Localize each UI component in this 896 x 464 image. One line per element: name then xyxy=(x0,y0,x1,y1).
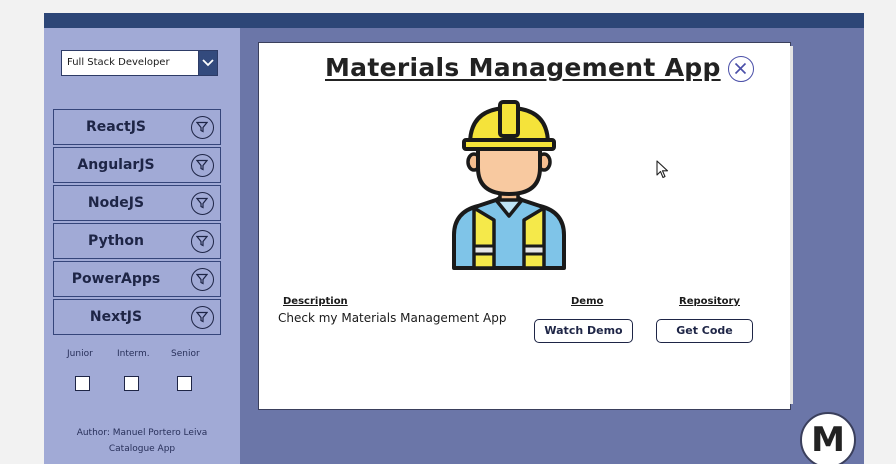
detail-panel: Materials Management App Description Che… xyxy=(258,42,791,410)
app-logo[interactable]: M xyxy=(800,412,856,464)
tech-item-reactjs[interactable]: ReactJS xyxy=(53,109,221,145)
author-credit: Author: Manuel Portero Leiva Catalogue A… xyxy=(44,425,240,457)
repository-header: Repository xyxy=(679,296,740,307)
filter-icon[interactable] xyxy=(191,192,214,215)
tech-item-label: NextJS xyxy=(89,309,143,325)
get-code-button[interactable]: Get Code xyxy=(656,319,753,343)
tech-item-label: NodeJS xyxy=(87,195,145,211)
filter-icon[interactable] xyxy=(191,116,214,139)
role-dropdown-value: Full Stack Developer xyxy=(67,57,170,68)
filter-icon[interactable] xyxy=(191,306,214,329)
construction-worker-icon xyxy=(452,100,566,270)
panel-scrollbar[interactable] xyxy=(790,46,793,404)
demo-header: Demo xyxy=(571,296,604,307)
description-header: Description xyxy=(283,296,348,307)
app-logo-letter: M xyxy=(811,420,845,460)
sidebar: Full Stack Developer ReactJS AngularJS N… xyxy=(44,28,240,464)
level-label-senior: Senior xyxy=(171,349,200,359)
watch-demo-button[interactable]: Watch Demo xyxy=(534,319,633,343)
tech-item-angularjs[interactable]: AngularJS xyxy=(53,147,221,183)
tech-item-python[interactable]: Python xyxy=(53,223,221,259)
author-name: Author: Manuel Portero Leiva xyxy=(76,428,208,438)
tech-item-nodejs[interactable]: NodeJS xyxy=(53,185,221,221)
senior-checkbox[interactable] xyxy=(177,376,192,391)
close-icon[interactable] xyxy=(728,56,754,82)
tech-item-powerapps[interactable]: PowerApps xyxy=(53,261,221,297)
detail-title: Materials Management App xyxy=(325,53,721,82)
app-subtitle: Catalogue App xyxy=(108,444,176,454)
chevron-down-icon[interactable] xyxy=(198,50,218,76)
tech-item-label: AngularJS xyxy=(77,157,155,173)
filter-icon[interactable] xyxy=(191,154,214,177)
description-text: Check my Materials Management App xyxy=(278,311,507,325)
level-label-junior: Junior xyxy=(67,349,93,359)
junior-checkbox[interactable] xyxy=(75,376,90,391)
filter-icon[interactable] xyxy=(191,230,214,253)
tech-item-label: ReactJS xyxy=(85,119,146,135)
top-bar xyxy=(44,13,864,28)
role-dropdown[interactable]: Full Stack Developer xyxy=(61,50,218,76)
app-window: Full Stack Developer ReactJS AngularJS N… xyxy=(44,13,864,464)
tech-item-label: PowerApps xyxy=(71,271,161,287)
tech-item-nextjs[interactable]: NextJS xyxy=(53,299,221,335)
filter-icon[interactable] xyxy=(191,268,214,291)
mouse-cursor-icon xyxy=(656,160,669,179)
level-label-interm: Interm. xyxy=(117,349,150,359)
interm-checkbox[interactable] xyxy=(124,376,139,391)
tech-item-label: Python xyxy=(88,233,144,249)
